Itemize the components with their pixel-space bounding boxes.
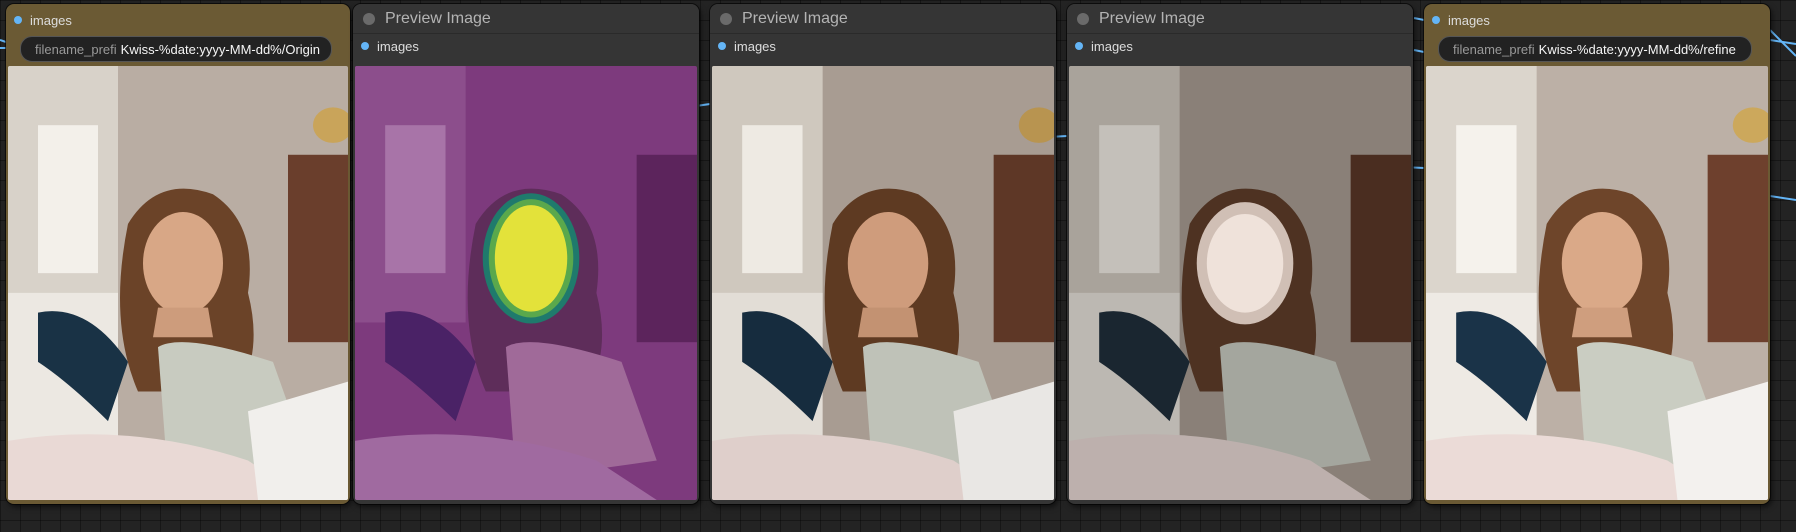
widget-label: filename_prefi xyxy=(1453,41,1535,57)
node-graph-canvas[interactable]: images filename_prefi Kwiss-%date:yyyy-M… xyxy=(0,0,1796,532)
collapse-dot[interactable] xyxy=(363,12,375,25)
image-preview xyxy=(355,66,697,500)
input-slot-dot[interactable] xyxy=(1432,16,1440,24)
collapse-dot[interactable] xyxy=(1077,12,1089,25)
node-title: Preview Image xyxy=(1099,9,1205,27)
preview-image-node-mask[interactable]: Preview Image images xyxy=(353,4,699,504)
image-preview xyxy=(8,66,348,500)
input-slot-dot[interactable] xyxy=(718,42,726,50)
filename-prefix-widget[interactable]: filename_prefi Kwiss-%date:yyyy-MM-dd%/r… xyxy=(1438,36,1752,62)
node-title-bar[interactable]: Preview Image xyxy=(353,4,699,34)
filename-prefix-widget[interactable]: filename_prefi Kwiss-%date:yyyy-MM-dd%/O… xyxy=(20,36,332,62)
widget-value: Kwiss-%date:yyyy-MM-dd%/refine xyxy=(1538,41,1736,57)
save-image-node-origin[interactable]: images filename_prefi Kwiss-%date:yyyy-M… xyxy=(6,4,350,504)
node-title: Preview Image xyxy=(742,9,848,27)
image-preview xyxy=(712,66,1054,500)
node-title-bar[interactable]: Preview Image xyxy=(1067,4,1413,34)
input-slot-row: images xyxy=(6,8,350,32)
widget-value: Kwiss-%date:yyyy-MM-dd%/Origin xyxy=(120,41,321,57)
input-slot-row: images xyxy=(1067,34,1413,58)
portrait-image-cropped xyxy=(712,66,1054,500)
link-wire xyxy=(1413,49,1425,53)
portrait-image-refined xyxy=(1426,66,1768,500)
input-slot-dot[interactable] xyxy=(14,16,22,24)
link-wire xyxy=(1769,195,1796,201)
input-slot-label: images xyxy=(1448,12,1490,28)
node-title-bar[interactable]: Preview Image xyxy=(710,4,1056,34)
input-slot-label: images xyxy=(734,38,776,54)
collapse-dot[interactable] xyxy=(720,12,732,25)
image-preview xyxy=(1426,66,1768,500)
portrait-image-face-highlight xyxy=(1069,66,1411,500)
preview-image-node-crop[interactable]: Preview Image images xyxy=(710,4,1056,504)
portrait-image-mask-overlay xyxy=(355,66,697,500)
node-title: Preview Image xyxy=(385,9,491,27)
link-wire xyxy=(1413,17,1425,21)
input-slot-label: images xyxy=(30,12,72,28)
input-slot-row: images xyxy=(1424,8,1770,32)
input-slot-dot[interactable] xyxy=(361,42,369,50)
input-slot-row: images xyxy=(710,34,1056,58)
portrait-image-original xyxy=(8,66,348,500)
save-image-node-refine[interactable]: images filename_prefi Kwiss-%date:yyyy-M… xyxy=(1424,4,1770,504)
input-slot-row: images xyxy=(353,34,699,58)
input-slot-label: images xyxy=(377,38,419,54)
image-preview xyxy=(1069,66,1411,500)
input-slot-label: images xyxy=(1091,38,1133,54)
preview-image-node-face-highlight[interactable]: Preview Image images xyxy=(1067,4,1413,504)
input-slot-dot[interactable] xyxy=(1075,42,1083,50)
widget-label: filename_prefi xyxy=(35,41,117,57)
